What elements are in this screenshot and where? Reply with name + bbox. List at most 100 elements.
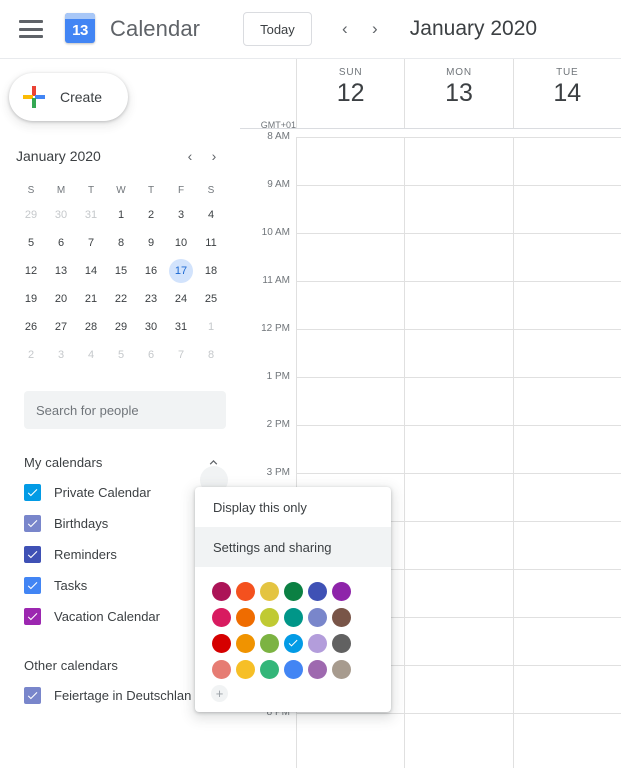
mini-calendar-day[interactable]: 8 (106, 229, 136, 257)
color-swatch[interactable] (307, 633, 327, 653)
mini-calendar-day[interactable]: 6 (46, 229, 76, 257)
mini-calendar-day[interactable]: 15 (106, 257, 136, 285)
popup-menu-item[interactable]: Settings and sharing (195, 527, 391, 567)
color-swatch[interactable] (235, 659, 255, 679)
mini-calendar-day[interactable]: 8 (196, 341, 226, 369)
color-swatch[interactable] (331, 633, 351, 653)
mini-calendar-day[interactable]: 4 (196, 201, 226, 229)
color-swatch[interactable] (235, 633, 255, 653)
mini-calendar-day[interactable]: 18 (196, 257, 226, 285)
color-swatch-option[interactable] (329, 605, 353, 629)
search-people-input[interactable] (24, 391, 226, 429)
hour-row[interactable]: 2 PM (240, 419, 621, 473)
color-swatch-selected[interactable] (283, 633, 303, 653)
mini-calendar-day[interactable]: 10 (166, 229, 196, 257)
mini-calendar-next-button[interactable]: › (202, 144, 226, 168)
color-swatch-option[interactable] (257, 657, 281, 681)
color-swatch-option[interactable] (209, 631, 233, 655)
color-swatch[interactable] (307, 581, 327, 601)
hour-row[interactable]: 12 PM (240, 323, 621, 377)
mini-calendar-day[interactable]: 16 (136, 257, 166, 285)
color-swatch[interactable] (259, 633, 279, 653)
mini-calendar-day[interactable]: 1 (196, 313, 226, 341)
color-swatch-option[interactable] (281, 605, 305, 629)
color-swatch-option[interactable] (329, 579, 353, 603)
color-swatch-option[interactable] (329, 657, 353, 681)
mini-calendar-day[interactable]: 31 (166, 313, 196, 341)
add-custom-color-icon[interactable]: + (211, 685, 228, 702)
color-swatch[interactable] (211, 581, 231, 601)
mini-calendar-prev-button[interactable]: ‹ (178, 144, 202, 168)
mini-calendar-day[interactable]: 27 (46, 313, 76, 341)
color-swatch-option[interactable] (233, 657, 257, 681)
mini-calendar-day[interactable]: 12 (16, 257, 46, 285)
mini-calendar-day[interactable]: 4 (76, 341, 106, 369)
mini-calendar-day[interactable]: 26 (16, 313, 46, 341)
mini-calendar-day[interactable]: 21 (76, 285, 106, 313)
previous-period-button[interactable]: ‹ (330, 14, 360, 44)
color-swatch[interactable] (331, 607, 351, 627)
mini-calendar-day[interactable]: 29 (16, 201, 46, 229)
color-swatch[interactable] (307, 607, 327, 627)
color-swatch-option[interactable] (257, 605, 281, 629)
color-swatch[interactable] (331, 659, 351, 679)
day-column-header[interactable]: SUN 12 (296, 59, 404, 129)
hour-row[interactable]: 10 AM (240, 227, 621, 281)
mini-calendar-day[interactable]: 22 (106, 285, 136, 313)
mini-calendar-day[interactable]: 7 (76, 229, 106, 257)
today-button[interactable]: Today (243, 12, 312, 46)
color-swatch[interactable] (283, 607, 303, 627)
calendar-checkbox[interactable] (24, 687, 41, 704)
hour-row[interactable]: 9 AM (240, 179, 621, 233)
color-swatch-option[interactable] (257, 579, 281, 603)
mini-calendar-day[interactable]: 29 (106, 313, 136, 341)
color-swatch[interactable] (259, 581, 279, 601)
calendar-checkbox[interactable] (24, 608, 41, 625)
color-swatch[interactable] (235, 607, 255, 627)
color-swatch[interactable] (211, 607, 231, 627)
hamburger-menu-icon[interactable] (19, 20, 43, 38)
next-period-button[interactable]: › (360, 14, 390, 44)
mini-calendar-day[interactable]: 17 (169, 259, 193, 283)
mini-calendar-day[interactable]: 2 (16, 341, 46, 369)
mini-calendar-day[interactable]: 19 (16, 285, 46, 313)
color-swatch-option[interactable] (209, 605, 233, 629)
calendar-checkbox[interactable] (24, 515, 41, 532)
color-swatch[interactable] (283, 659, 303, 679)
mini-calendar-day[interactable]: 28 (76, 313, 106, 341)
mini-calendar-day[interactable]: 7 (166, 341, 196, 369)
color-swatch-option[interactable] (233, 605, 257, 629)
calendar-checkbox[interactable] (24, 484, 41, 501)
mini-calendar-day[interactable]: 2 (136, 201, 166, 229)
mini-calendar-day[interactable]: 23 (136, 285, 166, 313)
color-swatch[interactable] (283, 581, 303, 601)
color-swatch-option[interactable] (305, 657, 329, 681)
mini-calendar-day[interactable]: 30 (46, 201, 76, 229)
color-swatch-option[interactable] (281, 631, 305, 655)
popup-menu-item[interactable]: Display this only (195, 487, 391, 527)
color-swatch-option[interactable] (233, 631, 257, 655)
hour-row[interactable]: 8 AM (240, 131, 621, 185)
color-swatch[interactable] (211, 659, 231, 679)
hour-row[interactable]: 1 PM (240, 371, 621, 425)
hour-row[interactable]: 8 PM (240, 707, 621, 761)
color-swatch[interactable] (307, 659, 327, 679)
mini-calendar-day[interactable]: 30 (136, 313, 166, 341)
mini-calendar-day[interactable]: 9 (136, 229, 166, 257)
google-calendar-logo-icon[interactable]: 13 (65, 13, 97, 45)
mini-calendar-day[interactable]: 11 (196, 229, 226, 257)
color-swatch-option[interactable] (305, 631, 329, 655)
color-swatch-option[interactable] (281, 579, 305, 603)
mini-calendar-day[interactable]: 13 (46, 257, 76, 285)
color-swatch[interactable] (259, 659, 279, 679)
color-swatch-option[interactable] (281, 657, 305, 681)
color-swatch-option[interactable] (329, 631, 353, 655)
calendar-checkbox[interactable] (24, 546, 41, 563)
mini-calendar-day[interactable]: 25 (196, 285, 226, 313)
create-button[interactable]: Create (9, 73, 128, 121)
hour-row[interactable]: 11 AM (240, 275, 621, 329)
color-swatch[interactable] (259, 607, 279, 627)
day-column-header[interactable]: TUE 14 (512, 59, 621, 129)
calendar-checkbox[interactable] (24, 577, 41, 594)
mini-calendar-day[interactable]: 3 (166, 201, 196, 229)
